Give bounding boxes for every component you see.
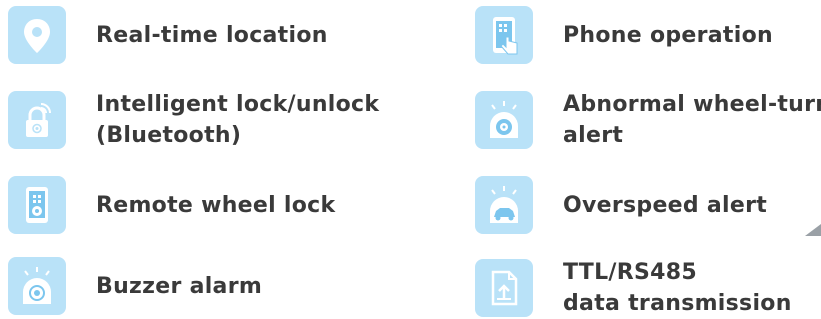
- feature-abnormal-wheel-turn-alert: Abnormal wheel-turn alert: [475, 89, 821, 151]
- feature-phone-operation: Phone operation: [475, 6, 773, 64]
- feature-label: Remote wheel lock: [96, 192, 336, 218]
- feature-overspeed-alert: Overspeed alert: [475, 176, 767, 234]
- feature-label: Intelligent lock/unlock (Bluetooth): [96, 92, 380, 148]
- feature-buzzer-alarm: Buzzer alarm: [8, 257, 262, 315]
- siren-alarm-icon: [8, 257, 66, 315]
- car-speed-alert-icon: [475, 176, 533, 234]
- feature-label: Phone operation: [563, 22, 773, 48]
- phone-touch-icon: [475, 6, 533, 64]
- feature-label: Abnormal wheel-turn alert: [563, 92, 821, 148]
- feature-remote-wheel-lock: Remote wheel lock: [8, 176, 335, 234]
- feature-label: Buzzer alarm: [96, 273, 263, 299]
- feature-data-transmission: TTL/RS485 data transmission: [475, 257, 792, 319]
- feature-label: TTL/RS485 data transmission: [563, 260, 792, 316]
- feature-label: Overspeed alert: [563, 192, 768, 218]
- bluetooth-lock-icon: [8, 91, 66, 149]
- location-pin-icon: [8, 6, 66, 64]
- data-transfer-icon: [475, 259, 533, 317]
- wheel-alert-icon: [475, 91, 533, 149]
- feature-label: Real-time location: [96, 22, 328, 48]
- corner-decoration-icon: [805, 224, 821, 236]
- phone-wheel-lock-icon: [8, 176, 66, 234]
- feature-real-time-location: Real-time location: [8, 6, 328, 64]
- feature-intelligent-lock: Intelligent lock/unlock (Bluetooth): [8, 89, 379, 151]
